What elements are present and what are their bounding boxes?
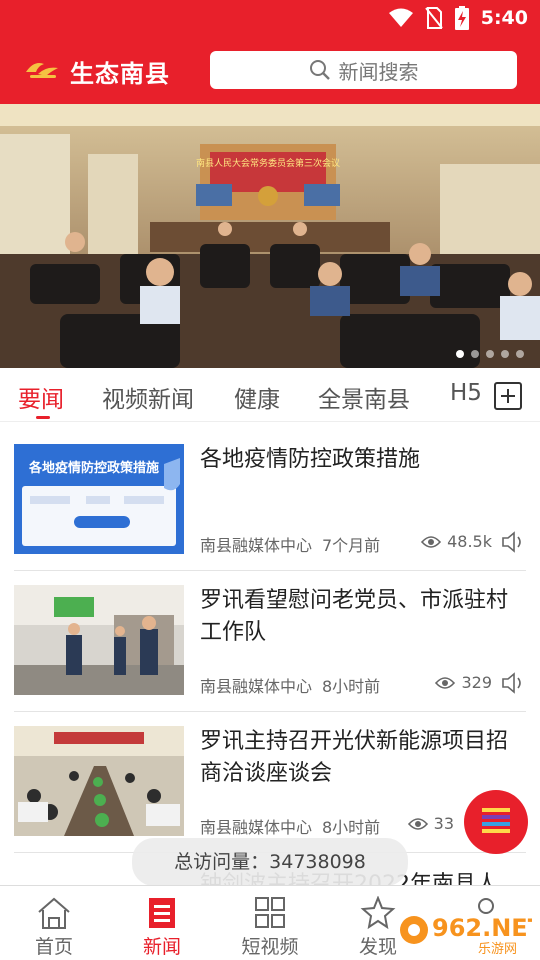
view-count-value: 48.5k [447,532,492,551]
news-thumbnail [14,585,184,695]
news-source: 南县融媒体中心 [200,536,313,555]
app-logo-icon [26,63,58,78]
active-tab-indicator [36,416,50,419]
view-count: 329 [435,673,492,692]
clock: 5:40 [480,7,528,29]
list-item[interactable]: 罗讯主持召开光伏新能源项目招商洽谈座谈会 南县融媒体中心 8小时前 33 [14,712,526,853]
news-source: 南县融媒体中心 [200,818,313,837]
watermark-text: 962.NET [432,914,532,942]
list-item[interactable]: 罗讯看望慰问老党员、市派驻村工作队 南县融媒体中心 8小时前 329 [14,571,526,712]
carousel-dot[interactable] [516,350,524,358]
nav-label: 首页 [34,936,73,958]
battery-charging-icon [454,6,469,30]
tab-h5[interactable]: H5 [450,380,482,406]
eye-icon [421,535,442,548]
tab-video-news[interactable]: 视频新闻 [102,380,194,414]
nav-short-video[interactable]: 短视频 [230,896,310,959]
tab-health[interactable]: 健康 [234,380,280,414]
nav-label: 新闻 [142,936,181,958]
visit-counter: 总访问量：34738098 [132,838,408,886]
news-time: 8小时前 [322,818,381,837]
thumb-caption: 各地疫情防控政策措施 [28,460,159,476]
news-meta: 南县融媒体中心 7个月前 48.5k [200,529,526,555]
eye-icon [435,676,456,689]
list-item[interactable]: 各地疫情防控政策措施 各地疫情防控政策措施 南县融媒体中心 7个月前 48.5k [14,430,526,571]
view-count-value: 33 [433,814,454,833]
view-count-value: 329 [461,673,492,692]
search-placeholder: 新闻搜索 [338,59,419,84]
search-icon [309,60,330,80]
news-title: 各地疫情防控政策措施 [200,447,421,472]
app-header: 生态南县 新闻搜索 [0,36,540,104]
tab-panorama[interactable]: 全景南县 [318,380,410,414]
carousel-dot[interactable] [471,350,479,358]
speaker-icon[interactable] [500,670,526,696]
news-time: 8小时前 [322,677,381,696]
carousel-dot[interactable] [486,350,494,358]
news-title: 罗讯看望慰问老党员、市派驻村工作队 [200,588,509,645]
news-meta: 南县融媒体中心 8小时前 329 [200,670,526,696]
floating-menu-button[interactable] [464,790,528,854]
grid-icon [255,897,285,928]
news-title: 罗讯主持召开光伏新能源项目招商洽谈座谈会 [200,729,509,786]
wifi-icon [388,8,413,27]
nav-news[interactable]: 新闻 [122,896,202,959]
nav-label: 短视频 [241,936,299,958]
banner-image: 南县人民大会常务委员会第三次会议 [0,104,540,368]
news-source: 南县融媒体中心 [200,677,313,696]
news-time: 7个月前 [322,536,381,555]
search-input[interactable]: 新闻搜索 [210,51,517,89]
eye-icon [407,817,428,830]
carousel-dots [456,350,524,358]
banner-screen-caption: 南县人民大会常务委员会第三次会议 [196,157,340,169]
add-channel-icon[interactable] [494,382,522,410]
nav-home[interactable]: 首页 [14,896,94,959]
view-count: 33 [407,814,454,833]
status-bar: 5:40 [0,0,540,36]
category-tabs: 要闻 视频新闻 健康 全景南县 H5 [0,368,540,422]
news-thumbnail: 各地疫情防控政策措施 [14,444,184,554]
speaker-icon[interactable] [500,529,526,555]
news-icon [149,898,175,928]
home-icon [38,897,70,929]
view-count: 48.5k [421,532,492,551]
carousel-dot[interactable] [456,350,464,358]
news-thumbnail [14,726,184,836]
discover-icon [360,896,396,930]
watermark: 962.NET 乐游网 [398,908,540,957]
carousel-dot[interactable] [501,350,509,358]
stacked-bars-icon [482,808,510,833]
watermark-subtext: 乐游网 [478,942,517,956]
banner-carousel[interactable]: 南县人民大会常务委员会第三次会议 [0,104,540,368]
app-title: 生态南县 [70,60,170,88]
tab-headlines[interactable]: 要闻 [18,380,64,414]
no-sim-icon [424,7,443,29]
